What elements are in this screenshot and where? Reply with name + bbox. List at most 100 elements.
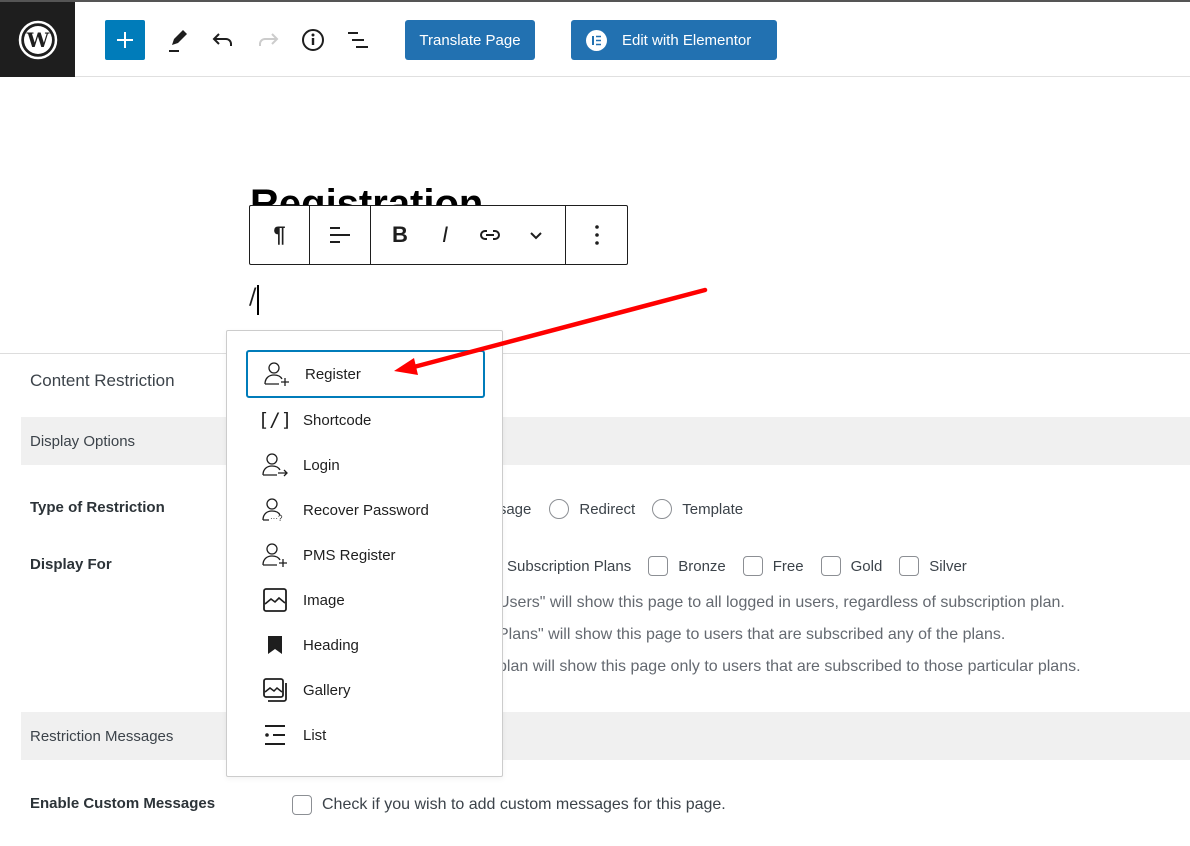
editor-meta-divider: [0, 353, 1190, 354]
image-icon: [260, 585, 290, 615]
custom-messages-checkbox[interactable]: [292, 795, 312, 815]
silver-checkbox[interactable]: [899, 556, 920, 576]
details-button[interactable]: [299, 26, 327, 54]
bronze-checkbox[interactable]: [648, 556, 669, 576]
italic-button[interactable]: I: [423, 206, 467, 264]
gallery-icon: [260, 675, 290, 705]
inserter-item-gallery[interactable]: Gallery: [246, 666, 485, 714]
restriction-type-redirect[interactable]: Redirect: [549, 499, 635, 519]
editor-top-toolbar: W Translate Page Edit with Elementor: [0, 0, 1190, 77]
template-label: Template: [682, 500, 744, 518]
inserter-item-login[interactable]: Login: [246, 441, 485, 489]
paragraph-block-text[interactable]: /: [249, 285, 256, 310]
info-icon: [302, 29, 324, 51]
gold-checkbox[interactable]: [820, 556, 841, 576]
display-for-label: Display For: [30, 556, 112, 573]
more-vertical-icon: [594, 225, 599, 245]
restriction-type-template[interactable]: Template: [652, 499, 743, 519]
inserter-item-label: Recover Password: [303, 501, 429, 519]
wordpress-icon: W: [18, 20, 57, 59]
restriction-type-options: essage Redirect Template: [483, 499, 760, 519]
display-options-section: Display Options: [21, 417, 1190, 465]
tools-button[interactable]: [164, 26, 192, 54]
align-left-icon: [330, 227, 350, 243]
page-title[interactable]: Registration: [250, 176, 483, 206]
inserter-item-pms-register[interactable]: PMS Register: [246, 531, 485, 579]
inserter-item-shortcode[interactable]: [/] Shortcode: [246, 396, 485, 444]
bold-button[interactable]: B: [377, 206, 423, 264]
undo-icon: [212, 33, 232, 46]
link-button[interactable]: [467, 206, 513, 264]
inserter-item-label: Register: [305, 365, 361, 383]
shortcode-icon: [/]: [257, 409, 293, 431]
user-plus-icon: [260, 540, 290, 570]
more-rich-text-button[interactable]: [513, 206, 559, 264]
paragraph-icon: ¶: [273, 222, 286, 247]
inserter-item-label: Heading: [303, 636, 359, 654]
plan-silver[interactable]: Silver: [899, 556, 967, 576]
elementor-label: Edit with Elementor: [622, 31, 752, 49]
list-view-button[interactable]: [344, 26, 372, 54]
undo-button[interactable]: [209, 26, 237, 54]
subscription-plans-label[interactable]: Subscription Plans: [507, 558, 631, 575]
elementor-icon: [586, 29, 607, 51]
translate-page-button[interactable]: Translate Page: [405, 20, 535, 60]
inserter-item-label: Shortcode: [303, 411, 372, 429]
block-toolbar: ¶ B I: [249, 205, 628, 265]
plan-bronze[interactable]: Bronze: [648, 556, 726, 576]
restriction-messages-section: Restriction Messages: [21, 712, 1190, 760]
plan-free[interactable]: Free: [742, 556, 804, 576]
inserter-item-register[interactable]: Register: [246, 350, 485, 398]
user-login-icon: [260, 450, 290, 480]
add-block-button[interactable]: [105, 20, 145, 60]
gold-label: Gold: [850, 557, 883, 575]
inserter-item-label: Gallery: [303, 681, 351, 699]
italic-icon: I: [441, 222, 449, 247]
paragraph-transform-button[interactable]: ¶: [250, 206, 309, 264]
edit-with-elementor-button[interactable]: Edit with Elementor: [571, 20, 777, 60]
block-inserter-popover: Register [/] Shortcode Login ···? Recove…: [226, 330, 503, 777]
redo-button[interactable]: [254, 26, 282, 54]
inserter-item-label: List: [303, 726, 327, 744]
help-text-line: plan will show this page only to users t…: [498, 658, 1081, 675]
svg-text:···?: ···?: [270, 514, 283, 523]
template-radio[interactable]: [652, 499, 673, 519]
redo-icon: [259, 33, 279, 46]
silver-label: Silver: [929, 557, 967, 575]
content-restriction-title[interactable]: Content Restriction: [30, 371, 175, 391]
free-checkbox[interactable]: [742, 556, 763, 576]
display-for-options: Subscription Plans Bronze Free Gold Silv…: [507, 556, 984, 576]
help-text-line: Users" will show this page to all logged…: [498, 594, 1065, 611]
block-options-button[interactable]: [566, 206, 627, 264]
inserter-item-label: Login: [303, 456, 340, 474]
plus-icon: [117, 32, 133, 48]
list-icon: [260, 720, 290, 750]
redirect-radio[interactable]: [549, 499, 570, 519]
redirect-label: Redirect: [579, 500, 636, 518]
inserter-item-label: Image: [303, 591, 345, 609]
bronze-label: Bronze: [678, 557, 726, 575]
chevron-down-icon: [530, 232, 542, 240]
inserter-item-heading[interactable]: Heading: [246, 621, 485, 669]
user-plus-icon: [262, 359, 292, 389]
inserter-item-recover-password[interactable]: ···? Recover Password: [246, 486, 485, 534]
inserter-item-list[interactable]: List: [246, 711, 485, 759]
bookmark-icon: [260, 630, 290, 660]
pencil-icon: [169, 30, 187, 52]
inserter-item-label: PMS Register: [303, 546, 396, 564]
plan-gold[interactable]: Gold: [820, 556, 883, 576]
enable-custom-messages-label: Enable Custom Messages: [30, 795, 216, 812]
wordpress-logo-button[interactable]: W: [0, 2, 75, 77]
text-caret: [257, 285, 259, 315]
inserter-item-image[interactable]: Image: [246, 576, 485, 624]
free-label: Free: [772, 557, 804, 575]
align-button[interactable]: [310, 206, 370, 264]
type-of-restriction-label: Type of Restriction: [30, 499, 165, 516]
link-icon: [480, 230, 500, 240]
custom-messages-option[interactable]: Check if you wish to add custom messages…: [292, 795, 726, 815]
bold-icon: B: [392, 222, 408, 247]
help-text-line: Plans" will show this page to users that…: [498, 626, 1006, 643]
user-password-icon: ···?: [260, 495, 290, 525]
custom-messages-text: Check if you wish to add custom messages…: [322, 796, 726, 813]
list-view-icon: [348, 32, 368, 48]
